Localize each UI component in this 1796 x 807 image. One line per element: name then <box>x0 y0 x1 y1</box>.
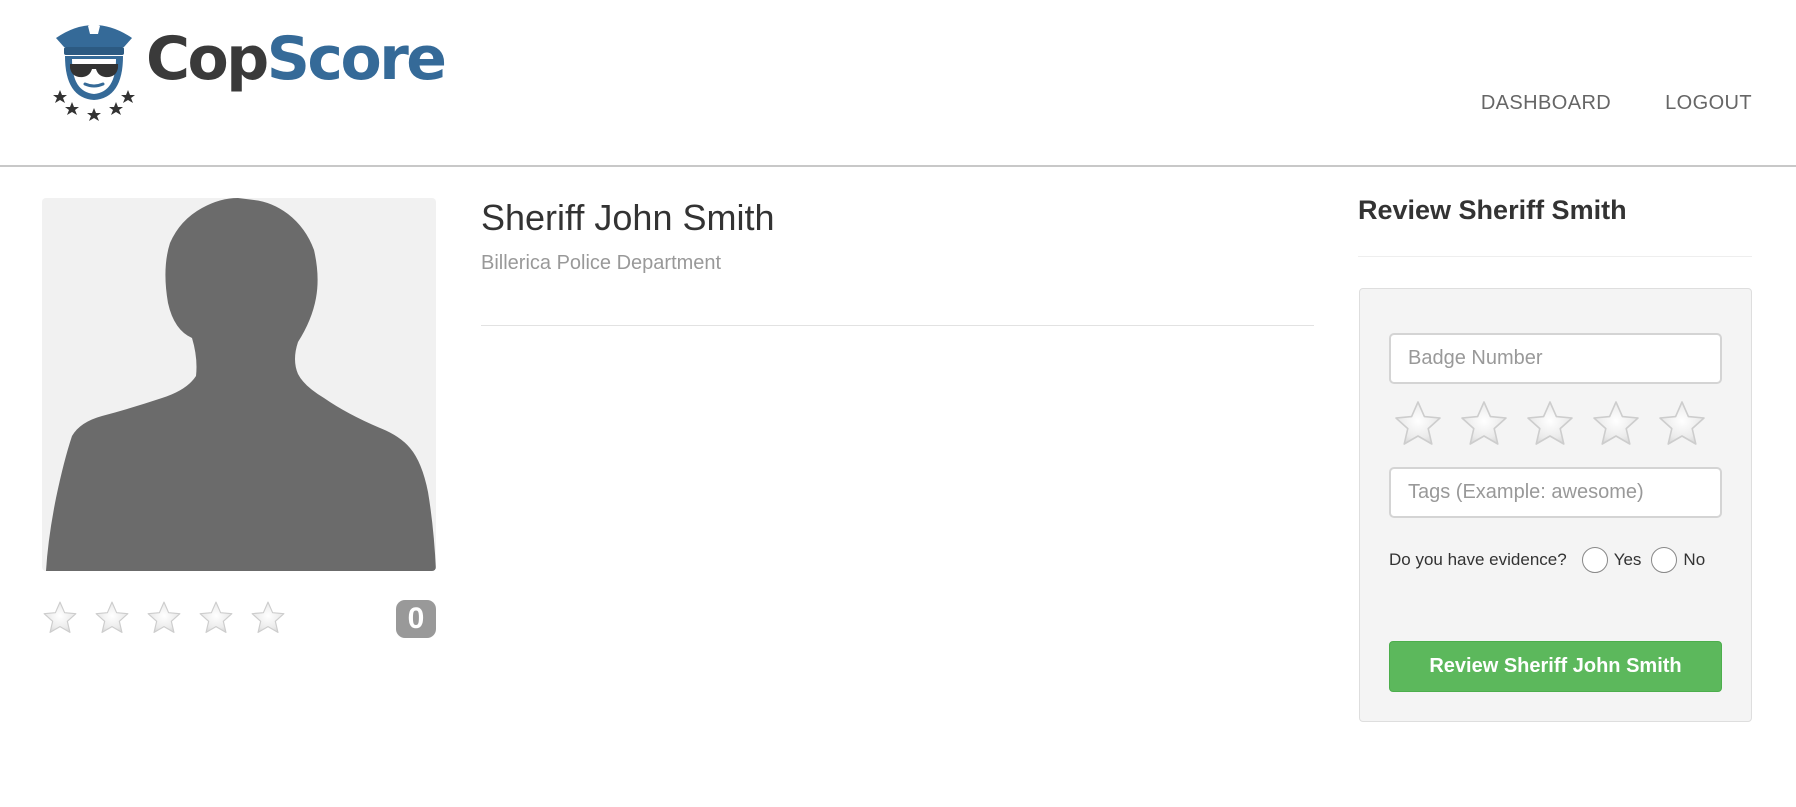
review-star-1-icon[interactable] <box>1393 399 1443 449</box>
police-officer-logo-icon <box>53 22 135 121</box>
review-star-input <box>1393 399 1707 449</box>
evidence-question-group: Do you have evidence? Yes No <box>1389 547 1715 573</box>
brand-name-cop: Cop <box>146 24 269 94</box>
review-star-2-icon[interactable] <box>1459 399 1509 449</box>
brand-name-score: Score <box>266 24 447 94</box>
brand-wordmark: CopScore <box>146 29 447 89</box>
rating-star-icon <box>146 600 182 636</box>
score-badge: 0 <box>396 600 436 638</box>
main-nav: DASHBOARD LOGOUT <box>1481 92 1752 115</box>
section-divider <box>481 325 1314 326</box>
evidence-no-label[interactable]: No <box>1683 550 1705 570</box>
officer-star-rating <box>42 600 286 636</box>
person-silhouette-icon <box>46 198 436 571</box>
evidence-question-label: Do you have evidence? <box>1389 550 1567 569</box>
nav-logout-link[interactable]: LOGOUT <box>1665 92 1752 115</box>
top-header: CopScore DASHBOARD LOGOUT <box>0 0 1796 167</box>
review-star-3-icon[interactable] <box>1525 399 1575 449</box>
badge-number-input[interactable] <box>1389 333 1722 384</box>
rating-star-icon <box>94 600 130 636</box>
review-form: Do you have evidence? Yes No Review Sher… <box>1359 288 1752 722</box>
evidence-no-radio[interactable] <box>1651 547 1678 573</box>
evidence-yes-radio[interactable] <box>1581 547 1608 573</box>
officer-name: Sheriff John Smith <box>481 197 775 238</box>
officer-photo-placeholder <box>42 198 436 571</box>
review-heading: Review Sheriff Smith <box>1358 195 1627 225</box>
review-star-4-icon[interactable] <box>1591 399 1641 449</box>
tags-input[interactable] <box>1389 467 1722 518</box>
review-divider <box>1358 256 1752 257</box>
evidence-yes-label[interactable]: Yes <box>1614 550 1642 570</box>
copscore-logo[interactable]: CopScore <box>52 14 447 126</box>
review-star-5-icon[interactable] <box>1657 399 1707 449</box>
nav-dashboard-link[interactable]: DASHBOARD <box>1481 92 1611 115</box>
officer-department: Billerica Police Department <box>481 252 722 274</box>
officer-rating: 0 <box>42 598 436 640</box>
rating-star-icon <box>250 600 286 636</box>
rating-star-icon <box>198 600 234 636</box>
submit-review-button[interactable]: Review Sheriff John Smith <box>1389 641 1722 692</box>
rating-star-icon <box>42 600 78 636</box>
